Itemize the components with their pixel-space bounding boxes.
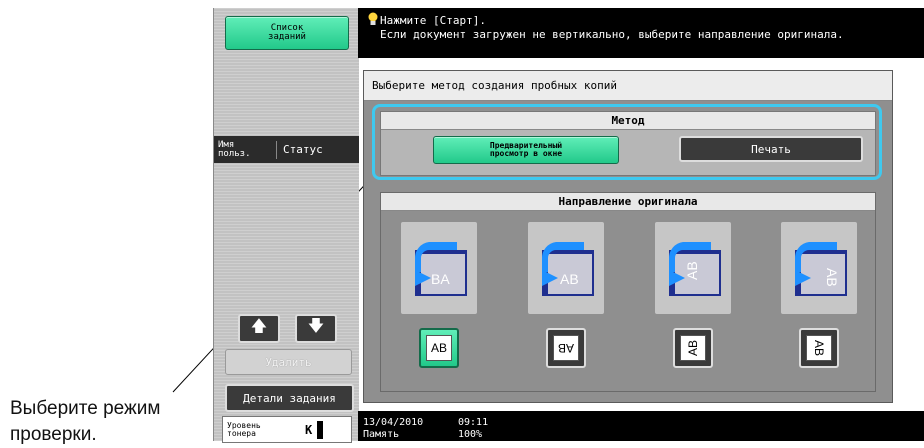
document-orientation-icon: AB <box>541 242 594 296</box>
panel-title: Выберите метод создания пробных копий <box>364 71 892 101</box>
delete-button[interactable]: Удалить <box>225 349 352 375</box>
method-section: Метод Предварительный просмотр в окне Пе… <box>380 111 876 176</box>
orientation-illustration-4: AB <box>781 222 857 314</box>
scroll-down-button[interactable]: 🡇 <box>295 314 337 343</box>
toner-color: K <box>305 422 313 437</box>
main-panel: Выберите метод создания пробных копий Ме… <box>363 70 893 403</box>
orientation-label: AB <box>806 335 832 361</box>
job-details-button[interactable]: Детали задания <box>225 384 354 412</box>
toner-level: Уровень тонера K <box>222 416 352 443</box>
orientation-button-3[interactable]: AB <box>673 328 713 368</box>
lightbulb-icon <box>368 12 378 25</box>
job-list-button[interactable]: Список заданий <box>225 16 349 50</box>
document-orientation-icon: AB <box>668 242 721 296</box>
svg-text:AB: AB <box>824 268 840 287</box>
user-column-header: Имя польз. <box>214 140 277 159</box>
message-bar: Нажмите [Старт]. Если документ загружен … <box>358 8 924 58</box>
toner-label: Уровень тонера <box>227 420 261 438</box>
scroll-up-button[interactable]: 🡅 <box>238 314 280 343</box>
orientation-label: AB <box>680 335 706 361</box>
arrow-down-icon: 🡇 <box>307 316 325 335</box>
status-time: 09:11 <box>458 417 489 428</box>
status-column-header: Статус <box>283 143 323 156</box>
status-date: 13/04/2010 <box>363 417 424 428</box>
orientation-header: Направление оригинала <box>381 193 875 211</box>
message-line-1: Нажмите [Старт]. <box>380 14 486 27</box>
left-panel: Список заданий Имя польз. Статус 🡅 🡇 Уда… <box>213 8 359 443</box>
memory-value: 100% <box>458 429 483 440</box>
document-orientation-icon: BA <box>414 242 467 296</box>
print-button[interactable]: Печать <box>679 136 863 162</box>
orientation-label: AB <box>553 335 579 361</box>
orientation-illustration-3: AB <box>655 222 731 314</box>
callout-text: Выберите режим проверки. <box>10 398 161 445</box>
method-header: Метод <box>381 112 875 130</box>
svg-text:AB: AB <box>560 271 579 287</box>
orientation-label: AB <box>426 335 452 361</box>
arrow-up-icon: 🡅 <box>250 316 268 335</box>
toner-bar <box>317 420 323 439</box>
svg-text:BA: BA <box>431 271 450 287</box>
preview-in-window-button[interactable]: Предварительный просмотр в окне <box>433 136 619 164</box>
orientation-button-4[interactable]: AB <box>799 328 839 368</box>
orientation-button-1[interactable]: AB <box>419 328 459 368</box>
memory-label: Память <box>363 429 400 440</box>
svg-text:AB: AB <box>684 261 700 280</box>
status-bar: 13/04/2010 09:11 Память 100% <box>358 411 924 441</box>
orientation-illustration-1: BA <box>401 222 477 314</box>
orientation-button-2[interactable]: AB <box>546 328 586 368</box>
orientation-illustration-2: AB <box>528 222 604 314</box>
orientation-section: Направление оригинала BA AB AB AB AB AB … <box>380 192 876 392</box>
document-orientation-icon: AB <box>794 242 847 296</box>
job-list-header: Имя польз. Статус <box>214 136 359 163</box>
message-line-2: Если документ загружен не вертикально, в… <box>380 28 844 41</box>
